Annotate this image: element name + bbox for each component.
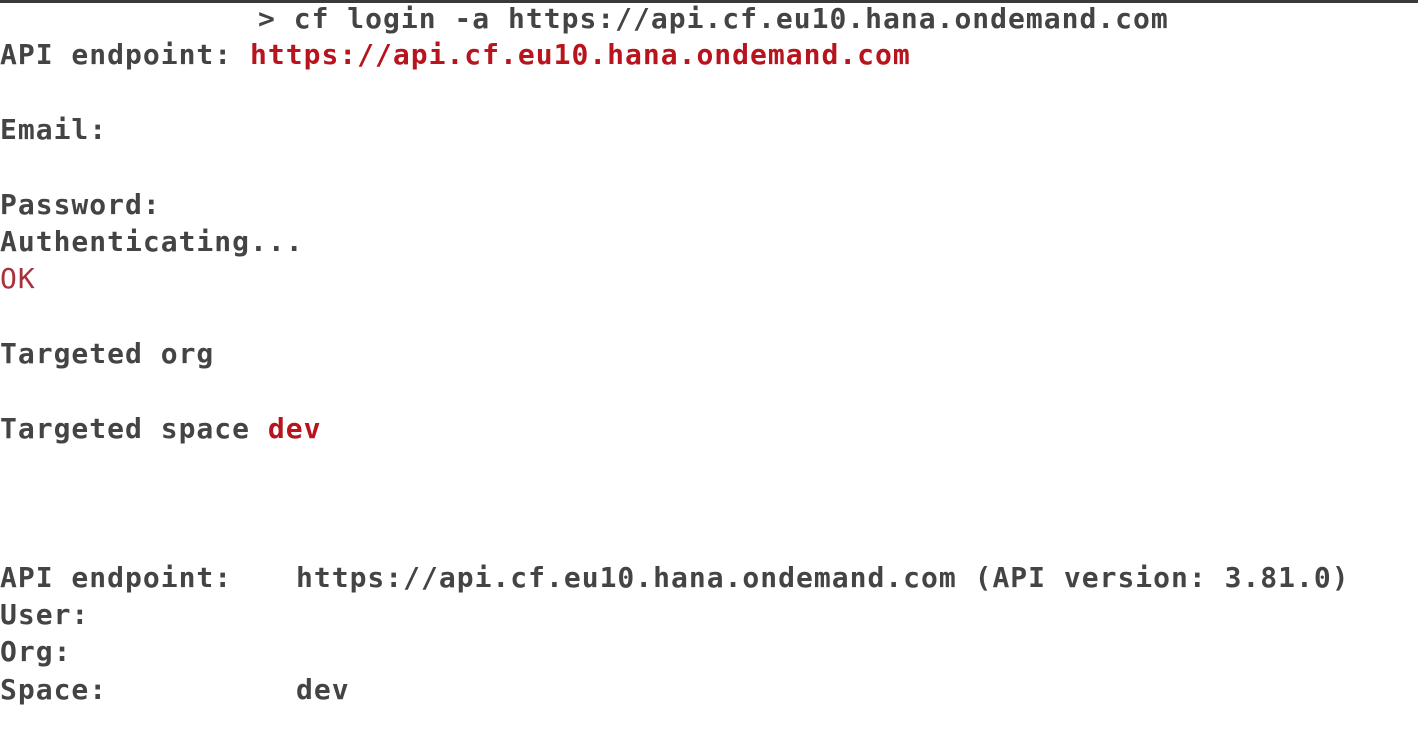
summary-user-line: User: [0,596,296,634]
summary-space-value: dev [296,673,350,706]
targeted-space-value: dev [267,412,322,445]
targeted-space-line: Targeted space dev [0,410,321,448]
prompt-symbol: > [258,2,294,35]
summary-api-endpoint-label: API endpoint: [0,561,233,594]
api-endpoint-value: https://api.cf.eu10.hana.ondemand.com [250,38,911,71]
password-prompt: Password: [0,188,161,221]
summary-space-line: Space: dev [0,671,350,709]
targeted-org-line: Targeted org [0,337,215,370]
targeted-space-label: Targeted space [0,412,268,445]
summary-api-endpoint-line: API endpoint: https://api.cf.eu10.hana.on… [0,559,1350,597]
terminal-output[interactable]: > cf login -a https://api.cf.eu10.hana.o… [0,0,1418,738]
api-endpoint-label: API endpoint: [0,38,251,71]
ok-status: OK [0,262,36,295]
authenticating-status: Authenticating... [0,225,304,258]
summary-space-label: Space: [0,673,108,706]
command-text: cf login -a https://api.cf.eu10.hana.ond… [293,2,1169,35]
email-prompt: Email: [0,113,108,146]
summary-user-label: User: [0,598,90,631]
command-line: > cf login -a https://api.cf.eu10.hana.o… [258,0,1169,38]
summary-org-label: Org: [0,635,72,668]
api-endpoint-line: API endpoint: https://api.cf.eu10.hana.o… [0,36,911,74]
summary-org-line: Org: [0,633,296,671]
summary-api-endpoint-value: https://api.cf.eu10.hana.ondemand.com (A… [296,561,1350,594]
